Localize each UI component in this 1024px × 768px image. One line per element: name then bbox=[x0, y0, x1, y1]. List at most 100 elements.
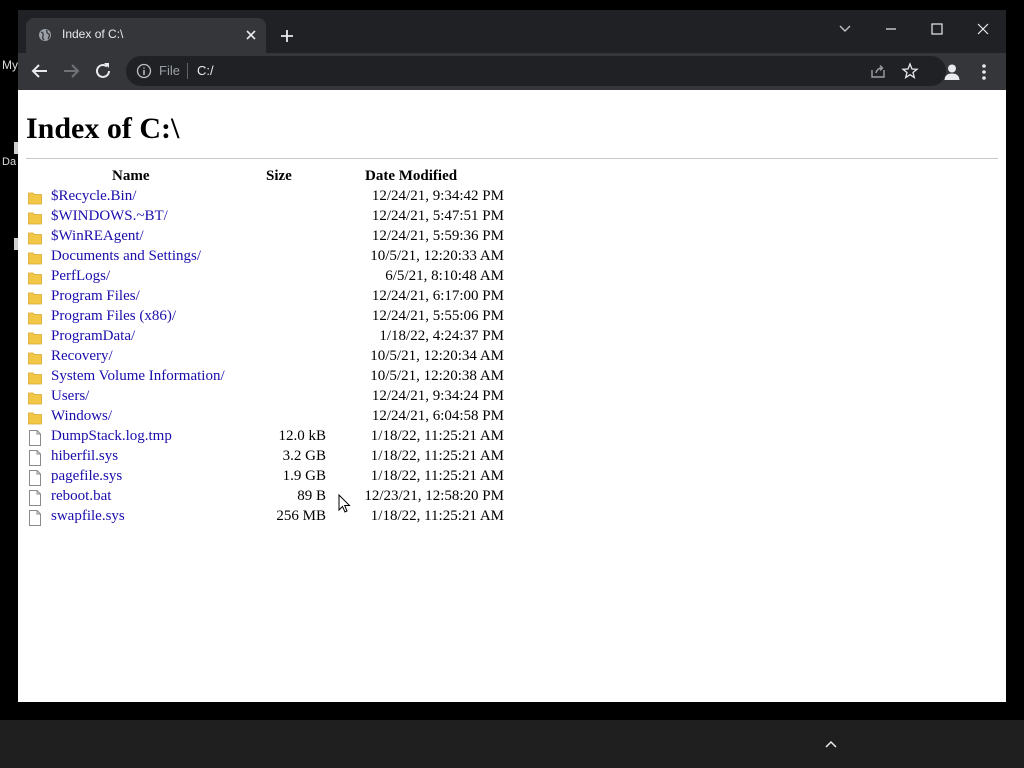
file-size: 3.2 GB bbox=[282, 448, 326, 464]
close-window-icon[interactable] bbox=[963, 14, 1003, 44]
folder-link[interactable]: ProgramData/ bbox=[51, 328, 135, 345]
date-modified: 1/18/22, 4:24:37 PM bbox=[379, 328, 504, 344]
listing-row: ProgramData/1/18/22, 4:24:37 PM bbox=[26, 328, 526, 348]
folder-icon bbox=[28, 370, 42, 386]
file-size: 256 MB bbox=[276, 508, 326, 524]
listing-row: PerfLogs/6/5/21, 8:10:48 AM bbox=[26, 268, 526, 288]
profile-avatar-icon[interactable] bbox=[941, 61, 963, 83]
date-modified: 1/18/22, 11:25:21 AM bbox=[370, 508, 504, 524]
listing-row: Documents and Settings/10/5/21, 12:20:33… bbox=[26, 248, 526, 268]
date-modified: 10/5/21, 12:20:34 AM bbox=[370, 348, 504, 364]
forward-arrow-icon[interactable] bbox=[59, 59, 83, 83]
file-icon bbox=[28, 450, 42, 466]
column-header-name[interactable]: Name bbox=[112, 168, 150, 185]
column-header-size[interactable]: Size bbox=[266, 168, 292, 185]
folder-link[interactable]: $Recycle.Bin/ bbox=[51, 188, 136, 205]
folder-icon bbox=[28, 190, 42, 206]
folder-link[interactable]: Recovery/ bbox=[51, 348, 113, 365]
folder-icon bbox=[28, 290, 42, 306]
page-title: Index of C:\ bbox=[26, 112, 180, 145]
folder-icon bbox=[28, 230, 42, 246]
chevron-down-icon[interactable] bbox=[825, 14, 865, 44]
listing-row: System Volume Information/10/5/21, 12:20… bbox=[26, 368, 526, 388]
folder-link[interactable]: $WINDOWS.~BT/ bbox=[51, 208, 168, 225]
address-bar[interactable]: File C:/ bbox=[126, 56, 946, 86]
close-tab-icon[interactable] bbox=[242, 26, 260, 44]
file-icon bbox=[28, 470, 42, 486]
listing-row: $Recycle.Bin/12/24/21, 9:34:42 PM bbox=[26, 188, 526, 208]
url-text[interactable]: C:/ bbox=[197, 63, 214, 78]
listing-row: Program Files/12/24/21, 6:17:00 PM bbox=[26, 288, 526, 308]
maximize-icon[interactable] bbox=[917, 14, 957, 44]
listing-row: $WINDOWS.~BT/12/24/21, 5:47:51 PM bbox=[26, 208, 526, 228]
file-link[interactable]: hiberfil.sys bbox=[51, 448, 118, 465]
file-link[interactable]: DumpStack.log.tmp bbox=[51, 428, 172, 445]
date-modified: 12/24/21, 6:04:58 PM bbox=[371, 408, 504, 424]
folder-link[interactable]: Users/ bbox=[51, 388, 89, 405]
date-modified: 1/18/22, 11:25:21 AM bbox=[370, 448, 504, 464]
reload-icon[interactable] bbox=[91, 59, 115, 83]
page-content: Index of C:\ Name Size Date Modified $Re… bbox=[18, 90, 1006, 702]
folder-link[interactable]: $WinREAgent/ bbox=[51, 228, 144, 245]
chevron-up-icon[interactable] bbox=[822, 735, 840, 753]
mouse-cursor-icon bbox=[338, 494, 351, 513]
taskbar bbox=[0, 720, 1024, 768]
listing-row: pagefile.sys 1.9 GB 1/18/22, 11:25:21 AM bbox=[26, 468, 526, 488]
omnibox-divider bbox=[187, 63, 188, 79]
listing-row: swapfile.sys 256 MB 1/18/22, 11:25:21 AM bbox=[26, 508, 526, 528]
folder-icon bbox=[28, 350, 42, 366]
date-modified: 12/23/21, 12:58:20 PM bbox=[364, 488, 504, 504]
file-link[interactable]: reboot.bat bbox=[51, 488, 111, 505]
file-size: 1.9 GB bbox=[282, 468, 326, 484]
date-modified: 12/24/21, 9:34:42 PM bbox=[371, 188, 504, 204]
desktop-icon-label: Da bbox=[2, 156, 17, 168]
listing-row: Program Files (x86)/ 12/24/21, 5:55:06 PM bbox=[26, 308, 526, 328]
minimize-icon[interactable] bbox=[871, 14, 911, 44]
date-modified: 1/18/22, 11:25:21 AM bbox=[370, 468, 504, 484]
share-icon[interactable] bbox=[868, 61, 888, 81]
tab-title: Index of C:\ bbox=[62, 27, 124, 41]
url-scheme-label: File bbox=[159, 63, 180, 78]
folder-link[interactable]: Program Files/ bbox=[51, 288, 140, 305]
folder-icon bbox=[28, 310, 42, 326]
info-icon[interactable] bbox=[136, 63, 152, 79]
file-size: 12.0 kB bbox=[278, 428, 326, 444]
listing-row: hiberfil.sys 3.2 GB 1/18/22, 11:25:21 AM bbox=[26, 448, 526, 468]
listing-row: DumpStack.log.tmp 12.0 kB 1/18/22, 11:25:2… bbox=[26, 428, 526, 448]
date-modified: 12/24/21, 9:34:24 PM bbox=[371, 388, 504, 404]
folder-link[interactable]: System Volume Information/ bbox=[51, 368, 225, 385]
folder-link[interactable]: Documents and Settings/ bbox=[51, 248, 201, 265]
file-link[interactable]: swapfile.sys bbox=[51, 508, 125, 525]
listing-row: reboot.bat 89 B 12/23/21, 12:58:20 PM bbox=[26, 488, 526, 508]
date-modified: 1/18/22, 11:25:21 AM bbox=[370, 428, 504, 444]
date-modified: 10/5/21, 12:20:33 AM bbox=[370, 248, 504, 264]
column-header-date[interactable]: Date Modified bbox=[365, 168, 457, 185]
folder-link[interactable]: Windows/ bbox=[51, 408, 112, 425]
browser-toolbar: File C:/ bbox=[18, 53, 1006, 90]
kebab-menu-icon[interactable] bbox=[974, 61, 994, 83]
file-link[interactable]: pagefile.sys bbox=[51, 468, 122, 485]
folder-icon bbox=[28, 210, 42, 226]
date-modified: 10/5/21, 12:20:38 AM bbox=[370, 368, 504, 384]
back-arrow-icon[interactable] bbox=[28, 59, 52, 83]
new-tab-plus-icon[interactable] bbox=[276, 25, 298, 47]
listing-row: Recovery/10/5/21, 12:20:34 AM bbox=[26, 348, 526, 368]
listing-row: $WinREAgent/12/24/21, 5:59:36 PM bbox=[26, 228, 526, 248]
date-modified: 12/24/21, 5:55:06 PM bbox=[371, 308, 504, 324]
folder-link[interactable]: Program Files (x86)/ bbox=[51, 308, 176, 325]
folder-icon bbox=[28, 410, 42, 426]
tab-strip: Index of C:\ bbox=[18, 10, 1006, 53]
folder-icon bbox=[28, 250, 42, 266]
file-icon bbox=[28, 430, 42, 446]
date-modified: 12/24/21, 5:47:51 PM bbox=[371, 208, 504, 224]
date-modified: 12/24/21, 6:17:00 PM bbox=[371, 288, 504, 304]
browser-window: Index of C:\ File C:/ Index of C:\ Name … bbox=[18, 10, 1006, 702]
tab-active[interactable]: Index of C:\ bbox=[26, 18, 266, 53]
folder-link[interactable]: PerfLogs/ bbox=[51, 268, 110, 285]
listing-row: Windows/12/24/21, 6:04:58 PM bbox=[26, 408, 526, 428]
globe-icon bbox=[39, 29, 51, 41]
bookmark-star-icon[interactable] bbox=[900, 61, 920, 81]
file-size: 89 B bbox=[297, 488, 326, 504]
folder-icon bbox=[28, 270, 42, 286]
date-modified: 6/5/21, 8:10:48 AM bbox=[385, 268, 504, 284]
